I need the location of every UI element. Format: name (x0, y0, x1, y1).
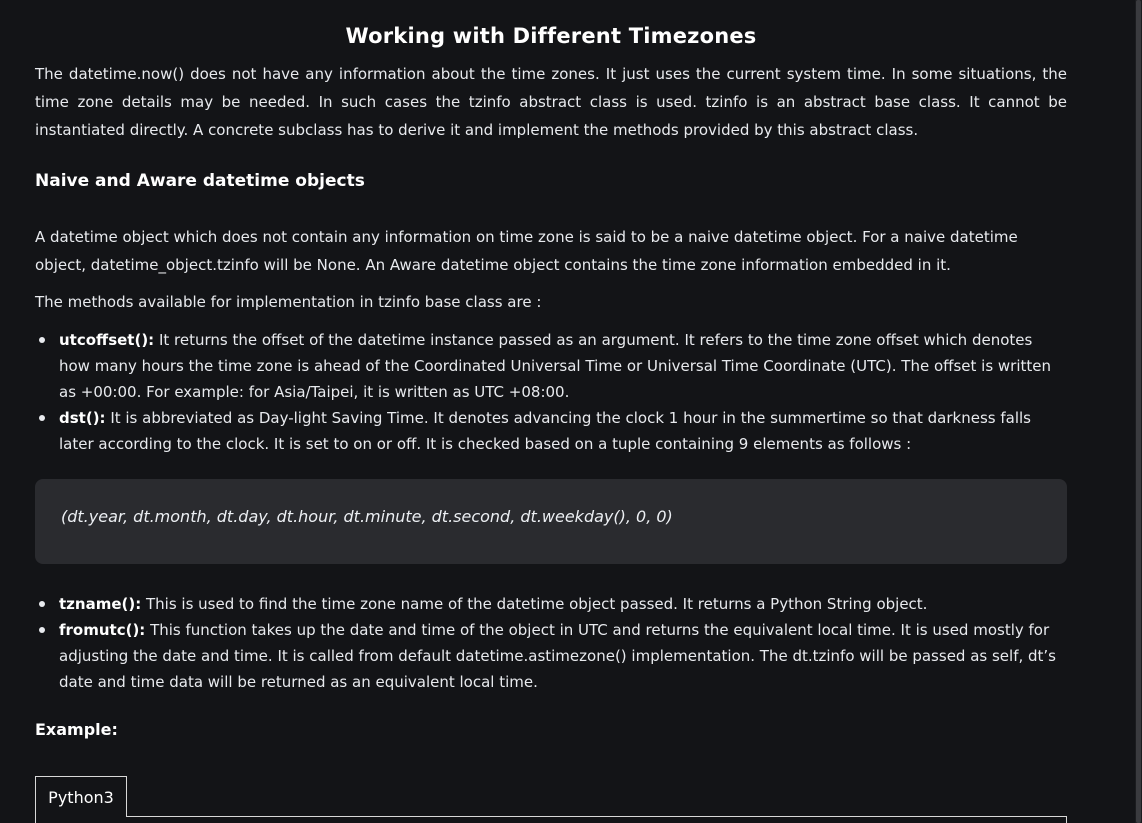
methods-intro-paragraph: The methods available for implementation… (35, 293, 542, 311)
method-description: This is used to find the time zone name … (141, 595, 928, 613)
list-item: dst(): It is abbreviated as Day-light Sa… (35, 405, 1067, 457)
methods-list: tzname(): This is used to find the time … (35, 591, 1067, 695)
naive-aware-paragraph: A datetime object which does not contain… (35, 228, 1018, 274)
tab-python3[interactable]: Python3 (35, 776, 127, 817)
code-panel (35, 817, 1067, 823)
bullet-icon (39, 601, 45, 607)
bullet-icon (39, 337, 45, 343)
method-name: fromutc(): (59, 621, 146, 639)
list-item: fromutc(): This function takes up the da… (35, 617, 1067, 695)
intro-paragraph: The datetime.now() does not have any inf… (35, 65, 1067, 139)
code-block: (dt.year, dt.month, dt.day, dt.hour, dt.… (35, 479, 1067, 564)
list-item: tzname(): This is used to find the time … (35, 591, 1067, 617)
method-name: tzname(): (59, 595, 142, 613)
list-item: utcoffset(): It returns the offset of th… (35, 327, 1067, 405)
method-name: utcoffset(): (59, 331, 155, 349)
scrollbar-thumb[interactable] (1136, 0, 1141, 823)
code-tuple: (dt.year, dt.month, dt.day, dt.hour, dt.… (61, 507, 673, 526)
method-description: This function takes up the date and time… (59, 621, 1056, 691)
methods-list: utcoffset(): It returns the offset of th… (35, 327, 1067, 457)
bullet-icon (39, 415, 45, 421)
section-heading: Naive and Aware datetime objects (35, 171, 365, 191)
method-description: It returns the offset of the datetime in… (59, 331, 1051, 401)
page-title: Working with Different Timezones (345, 24, 757, 48)
example-label: Example: (35, 720, 118, 739)
method-name: dst(): (59, 409, 106, 427)
method-description: It is abbreviated as Day-light Saving Ti… (59, 409, 1031, 453)
bullet-icon (39, 627, 45, 633)
